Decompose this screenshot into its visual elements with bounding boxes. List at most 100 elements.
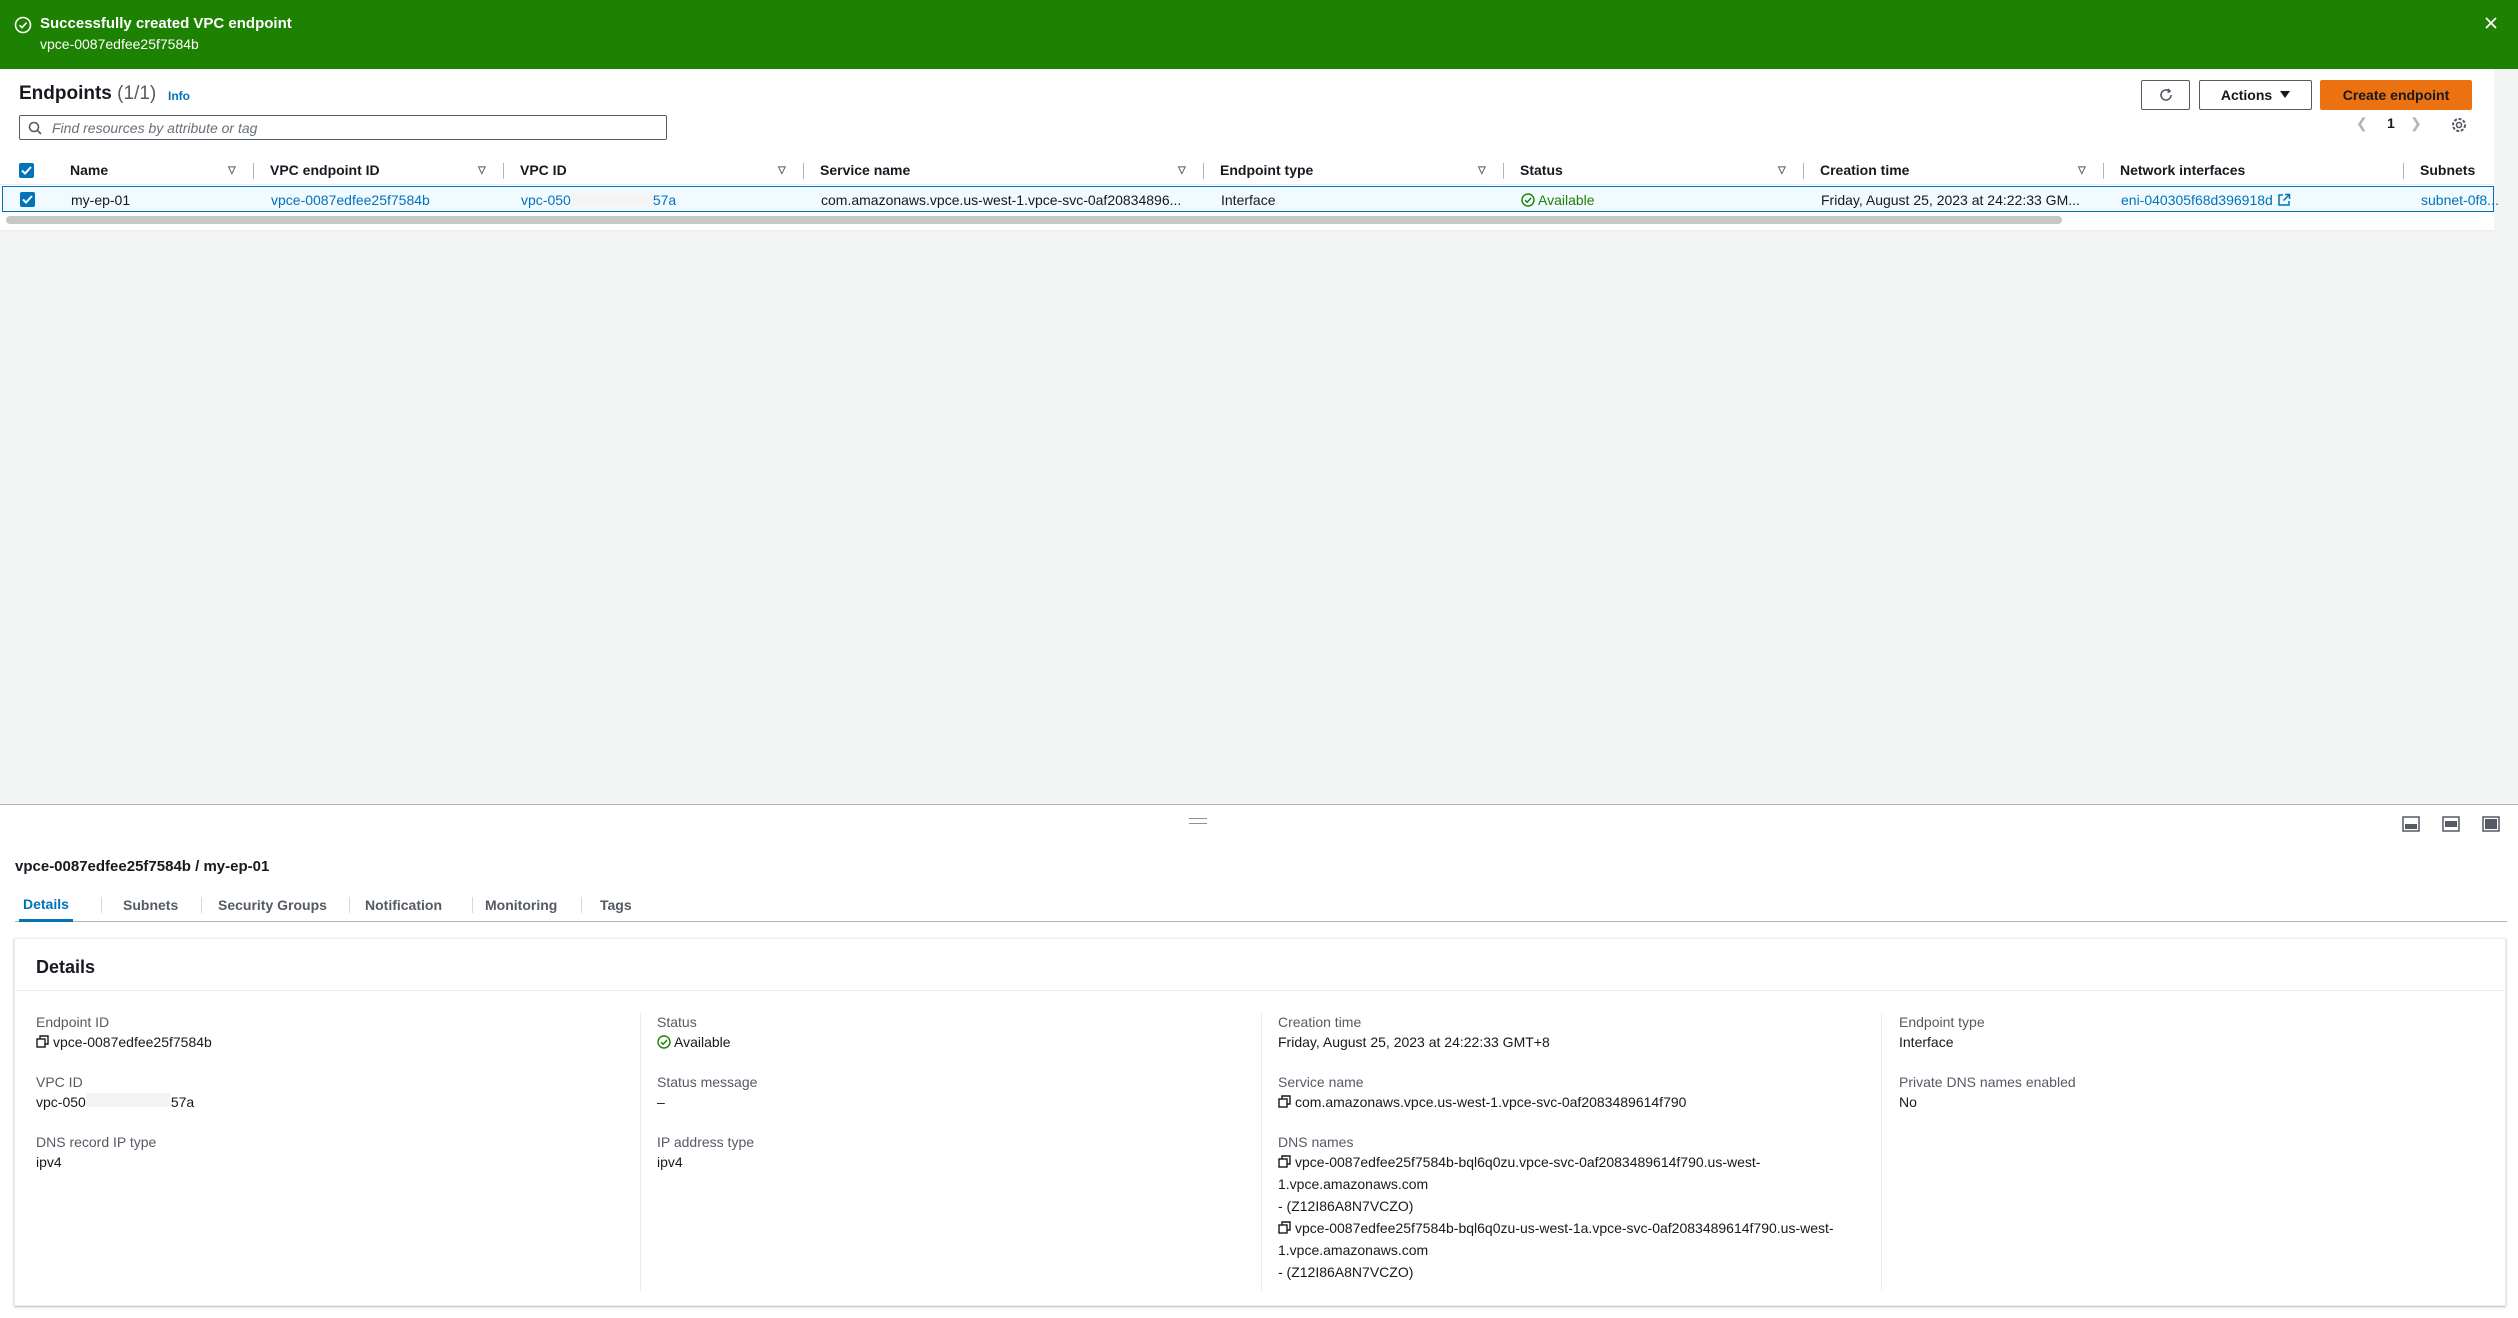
- endpoint-id-link[interactable]: vpce-0087edfee25f7584b: [271, 187, 430, 213]
- close-icon[interactable]: [2480, 12, 2502, 34]
- private-dns-value: No: [1899, 1094, 1917, 1110]
- chevron-left-icon[interactable]: ❮: [2356, 115, 2368, 132]
- search-field[interactable]: [19, 115, 667, 140]
- endpoints-count: (1/1): [117, 83, 157, 104]
- column-header-label: Endpoint type: [1220, 162, 1314, 178]
- column-divider[interactable]: [1803, 163, 1804, 179]
- actions-label: Actions: [2220, 87, 2273, 103]
- dns-record-value: ipv4: [36, 1154, 62, 1170]
- success-icon: [14, 16, 32, 34]
- column-divider[interactable]: [253, 163, 254, 179]
- tab-notification[interactable]: Notification: [361, 888, 446, 922]
- details-header: Details: [15, 939, 2505, 991]
- table-row[interactable]: my-ep-01 vpce-0087edfee25f7584b vpc-050 5…: [2, 186, 2499, 213]
- tab-security-groups[interactable]: Security Groups: [214, 888, 331, 922]
- status-message-label: Status message: [657, 1074, 758, 1090]
- copy-icon[interactable]: [1278, 1155, 1291, 1168]
- checkmark-icon: [21, 166, 32, 175]
- column-divider[interactable]: [503, 163, 504, 179]
- column-divider[interactable]: [1203, 163, 1204, 179]
- column-header-network-interfaces[interactable]: Network interfaces: [2120, 155, 2245, 185]
- copy-icon[interactable]: [1278, 1095, 1291, 1108]
- search-input[interactable]: [52, 118, 652, 137]
- create-endpoint-button[interactable]: Create endpoint: [2320, 80, 2472, 110]
- column-divider[interactable]: [1503, 163, 1504, 179]
- vpc-id-detail-link[interactable]: vpc-050 57a: [36, 1091, 194, 1113]
- cell-creation-time: Friday, August 25, 2023 at 24:22:33 GM..…: [1821, 192, 2080, 208]
- vpc-id-prefix: vpc-050: [521, 192, 571, 208]
- column-header-label: Service name: [820, 162, 911, 178]
- creation-time-label: Creation time: [1278, 1014, 1362, 1030]
- split-full-icon[interactable]: [2482, 816, 2500, 832]
- page-number[interactable]: 1: [2387, 115, 2395, 131]
- tab-divider: [201, 897, 202, 913]
- row-checkbox[interactable]: [20, 192, 35, 207]
- dns-name-1: vpce-0087edfee25f7584b-bql6q0zu.vpce-svc…: [1278, 1151, 1760, 1217]
- column-header-name[interactable]: Name: [70, 155, 108, 185]
- column-header-subnets[interactable]: Subnets: [2420, 155, 2475, 185]
- status-text: Available: [674, 1034, 731, 1050]
- column-divider: [1881, 1013, 1882, 1291]
- info-link[interactable]: Info: [168, 89, 190, 103]
- subnet-link[interactable]: subnet-0f8...: [2421, 187, 2499, 213]
- endpoint-id-value: vpce-0087edfee25f7584b: [36, 1031, 212, 1053]
- dns-name-1-zone: - (Z12I86A8N7VCZO): [1278, 1198, 1414, 1214]
- column-header-creation-time[interactable]: Creation time: [1820, 155, 1909, 185]
- tab-details[interactable]: Details: [19, 888, 73, 922]
- gear-icon[interactable]: [2450, 116, 2468, 134]
- ip-address-type-label: IP address type: [657, 1134, 755, 1150]
- drag-handle-icon[interactable]: [1189, 818, 1207, 824]
- tab-divider: [349, 897, 350, 913]
- redaction-mask: [570, 193, 653, 207]
- success-icon: [657, 1035, 671, 1049]
- table-header: Name ▽ VPC endpoint ID ▽ VPC ID ▽ Servic…: [0, 155, 2494, 185]
- endpoint-type-label: Endpoint type: [1899, 1014, 1985, 1030]
- tab-list: Details Subnets Security Groups Notifica…: [15, 888, 2507, 922]
- service-name-text: com.amazonaws.vpce.us-west-1.vpce-svc-0a…: [1295, 1094, 1687, 1110]
- tab-divider: [581, 897, 582, 913]
- vpc-id-suffix: 57a: [652, 192, 677, 208]
- split-panel-divider[interactable]: [0, 804, 2518, 805]
- creation-time-value: Friday, August 25, 2023 at 24:22:33 GMT+…: [1278, 1034, 1550, 1050]
- select-all-checkbox[interactable]: [19, 163, 34, 178]
- column-divider[interactable]: [2103, 163, 2104, 179]
- column-divider[interactable]: [803, 163, 804, 179]
- column-header-label: Status: [1520, 162, 1563, 178]
- horizontal-scrollbar[interactable]: [6, 216, 2062, 224]
- split-panel-title: vpce-0087edfee25f7584b / my-ep-01: [15, 858, 270, 875]
- redaction-mask: [85, 1093, 171, 1107]
- actions-dropdown[interactable]: Actions: [2199, 80, 2312, 110]
- column-header-service-name[interactable]: Service name: [820, 155, 910, 185]
- dns-name-2-line1: vpce-0087edfee25f7584b-bql6q0zu-us-west-…: [1295, 1220, 1834, 1236]
- dns-names-label: DNS names: [1278, 1134, 1354, 1150]
- endpoints-panel: Endpoints (1/1) Info Actions Create endp…: [0, 69, 2499, 231]
- column-header-vpc-endpoint-id[interactable]: VPC endpoint ID: [270, 155, 380, 185]
- status-message-value: –: [657, 1094, 665, 1110]
- column-header-status[interactable]: Status: [1520, 155, 1563, 185]
- refresh-icon: [2159, 88, 2172, 101]
- details-title: Details: [36, 957, 96, 977]
- column-header-label: Subnets: [2420, 162, 2476, 178]
- column-divider[interactable]: [2403, 163, 2404, 179]
- dns-record-label: DNS record IP type: [36, 1134, 157, 1150]
- column-header-vpc-id[interactable]: VPC ID: [520, 155, 567, 185]
- flash-subtitle: vpce-0087edfee25f7584b: [40, 36, 199, 52]
- tab-tags[interactable]: Tags: [596, 888, 636, 922]
- chevron-right-icon[interactable]: ❯: [2410, 115, 2422, 132]
- column-header-endpoint-type[interactable]: Endpoint type: [1220, 155, 1313, 185]
- network-interface-link[interactable]: eni-040305f68d396918d: [2121, 187, 2291, 213]
- tab-divider: [101, 897, 102, 913]
- split-middle-icon[interactable]: [2442, 816, 2460, 832]
- service-name-value: com.amazonaws.vpce.us-west-1.vpce-svc-0a…: [1278, 1091, 1686, 1113]
- copy-icon[interactable]: [1278, 1221, 1291, 1234]
- tab-subnets[interactable]: Subnets: [119, 888, 182, 922]
- success-flash-banner: Successfully created VPC endpoint vpce-0…: [0, 0, 2518, 69]
- tab-monitoring[interactable]: Monitoring: [481, 888, 561, 922]
- service-name-label: Service name: [1278, 1074, 1364, 1090]
- endpoint-id-text: vpce-0087edfee25f7584b: [53, 1034, 212, 1050]
- refresh-button[interactable]: [2141, 80, 2190, 110]
- copy-icon[interactable]: [36, 1035, 49, 1048]
- split-bottom-icon[interactable]: [2402, 816, 2420, 832]
- vpc-id-link[interactable]: vpc-050 57a: [521, 187, 676, 213]
- dns-name-2-zone: - (Z12I86A8N7VCZO): [1278, 1264, 1414, 1280]
